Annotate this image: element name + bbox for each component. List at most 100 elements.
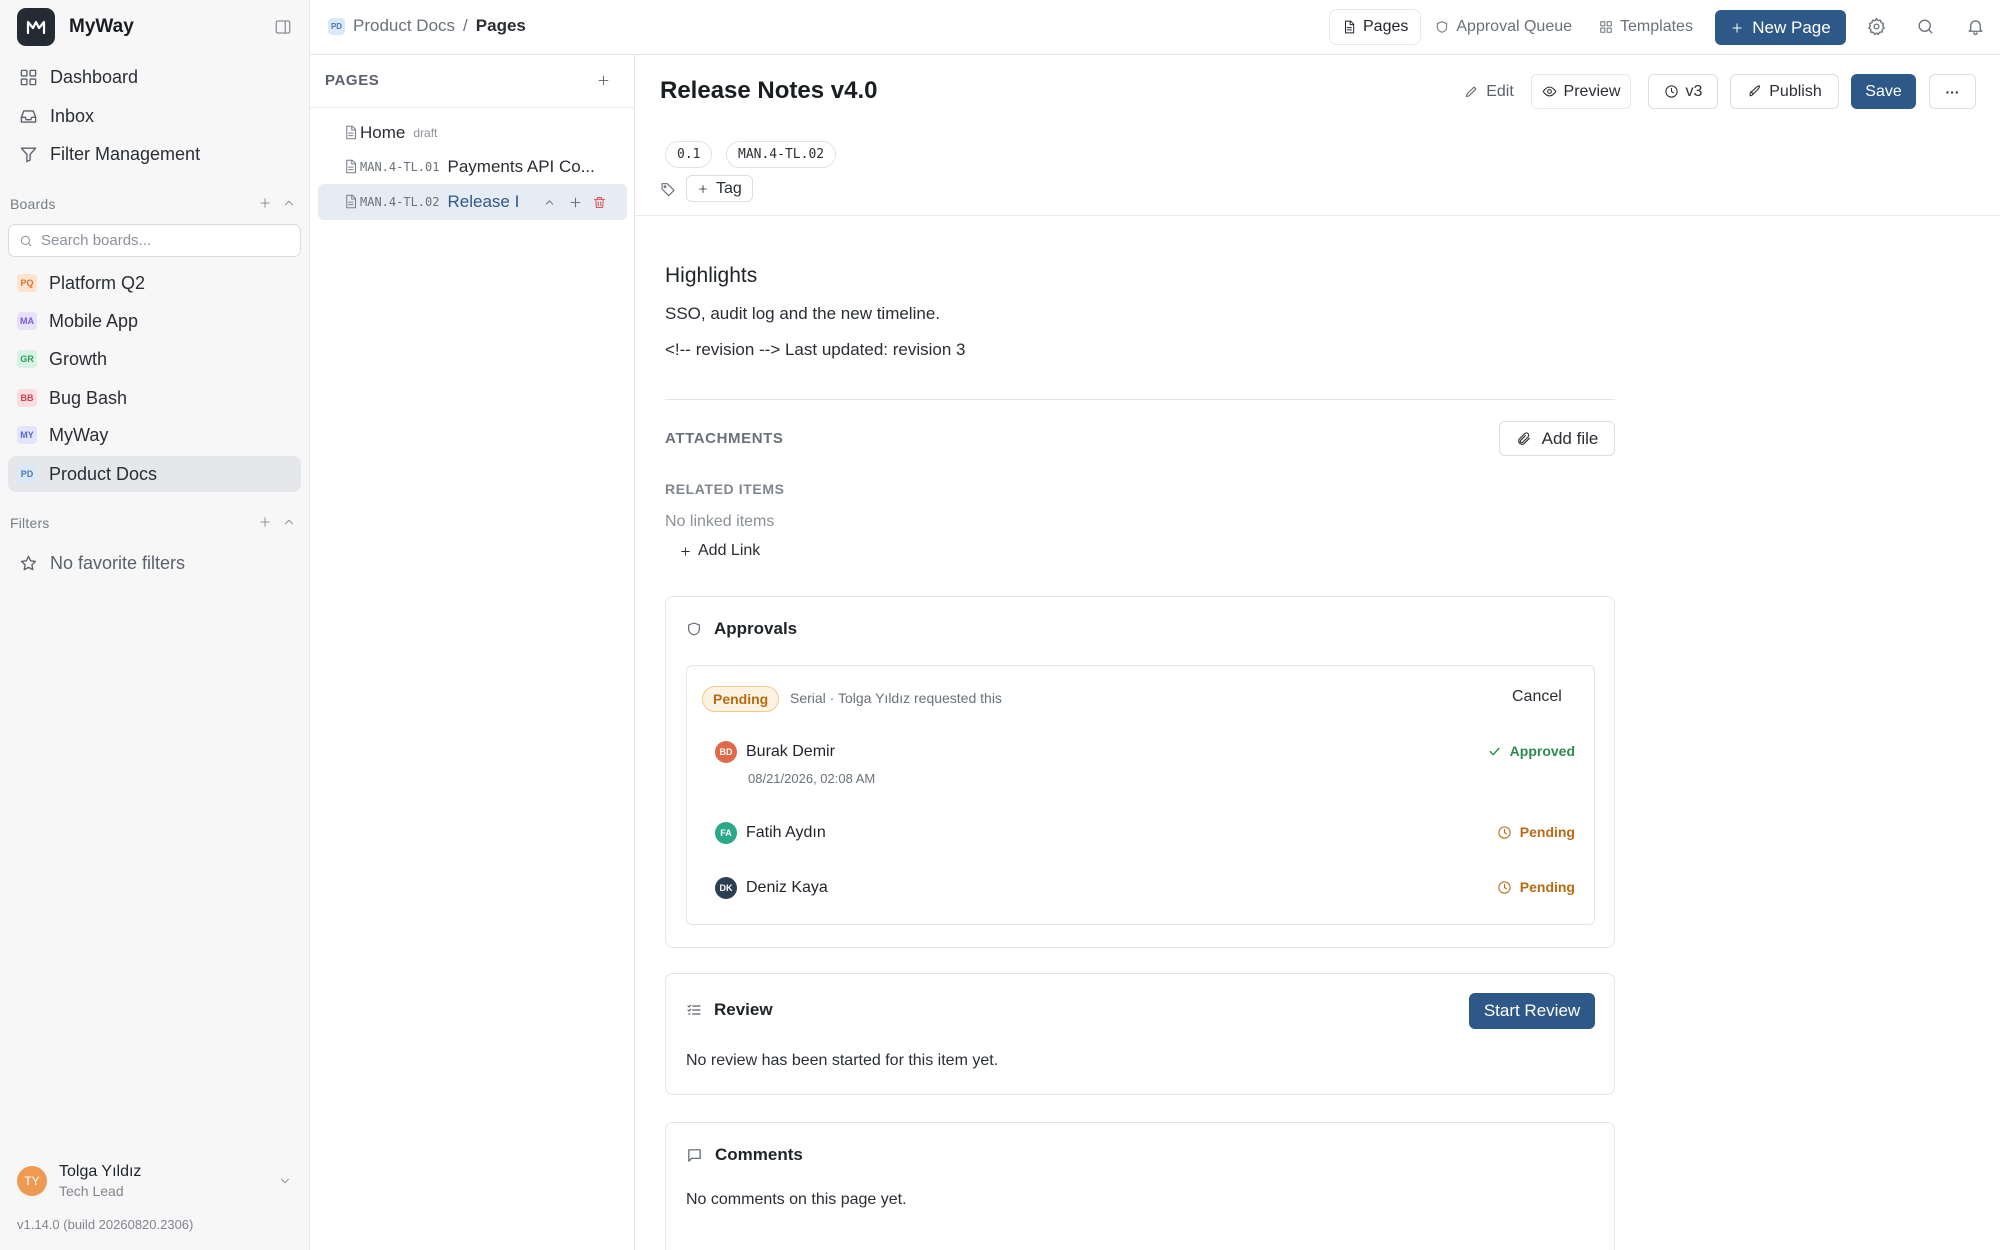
board-label: Product Docs (49, 463, 158, 484)
page-code: MAN.4-TL.01 (360, 160, 440, 174)
save-label: Save (1865, 82, 1902, 100)
board-label: Bug Bash (49, 387, 128, 408)
settings-icon[interactable] (1867, 17, 1886, 36)
sidebar-toggle-icon[interactable] (274, 18, 292, 36)
add-board-icon[interactable] (258, 196, 272, 210)
review-title: Review (714, 1000, 773, 1019)
avatar: DK (715, 877, 737, 899)
breadcrumb-project[interactable]: Product Docs (353, 16, 455, 36)
pencil-icon (1466, 86, 1477, 98)
app-name: MyWay (69, 16, 134, 37)
code-chip: MAN.4-TL.02 (726, 141, 837, 168)
collapse-boards-icon[interactable] (282, 196, 296, 210)
board-badge: BB (17, 389, 37, 407)
status-label: Pending (1519, 879, 1575, 895)
board-search-placeholder: Search boards... (41, 232, 152, 249)
start-review-button[interactable]: Start Review (1469, 993, 1595, 1029)
chevron-up-icon[interactable] (543, 196, 556, 209)
content-paragraph: SSO, audit log and the new timeline. (665, 304, 940, 323)
board-search-input[interactable]: Search boards... (8, 224, 301, 257)
nav-dashboard[interactable]: Dashboard (8, 59, 301, 95)
project-badge: PD (328, 17, 345, 35)
tab-label: Pages (1363, 18, 1409, 35)
save-button[interactable]: Save (1851, 74, 1916, 109)
board-label: Growth (49, 348, 108, 369)
tab-label: Templates (1620, 18, 1693, 35)
add-link-label: Add Link (698, 542, 761, 559)
approver-status: Pending (1497, 879, 1575, 895)
page-code: MAN.4-TL.02 (360, 195, 440, 209)
collapse-filters-icon[interactable] (282, 515, 296, 529)
board-growth[interactable]: GR Growth (8, 341, 301, 377)
page-icon (346, 194, 357, 209)
page-title: Release Notes v4.0 (660, 77, 878, 104)
board-platform-q2[interactable]: PQ Platform Q2 (8, 265, 301, 301)
version-history-button[interactable]: v3 (1648, 74, 1718, 109)
preview-button[interactable]: Preview (1531, 74, 1631, 109)
page-item[interactable]: MAN.4-TL.01 Payments API Co... (318, 149, 627, 185)
check-icon (1489, 747, 1500, 755)
brand[interactable]: MyWay (17, 8, 134, 46)
pages-panel: PAGES Home draft MAN.4-TL.01 Payments AP… (310, 55, 635, 1250)
add-tag-button[interactable]: Tag (686, 175, 753, 202)
clock-icon (1498, 825, 1511, 839)
edit-button[interactable]: Edit (1457, 74, 1521, 109)
board-bug-bash[interactable]: BB Bug Bash (8, 380, 301, 416)
notifications-icon[interactable] (1966, 17, 1985, 36)
page-title: Home (360, 123, 406, 142)
page-icon (346, 125, 357, 140)
no-linked-items: No linked items (665, 513, 775, 530)
tab-templates[interactable]: Templates (1587, 10, 1705, 44)
tab-pages[interactable]: Pages (1330, 10, 1421, 44)
approver-status: Approved (1487, 743, 1575, 759)
checklist-icon (687, 1004, 701, 1015)
publish-button[interactable]: Publish (1730, 74, 1839, 109)
nav-filter-management[interactable]: Filter Management (8, 136, 301, 172)
rocket-icon (1749, 85, 1761, 97)
page-item-selected[interactable]: MAN.4-TL.02 Release I (318, 184, 627, 220)
add-subpage-icon[interactable] (568, 195, 583, 210)
search-icon (20, 235, 32, 246)
board-myway[interactable]: MY MyWay (8, 417, 301, 453)
status-badge: Pending (702, 686, 780, 712)
cancel-approval-button[interactable]: Cancel (1512, 688, 1562, 706)
tag-label: Tag (716, 179, 742, 197)
board-badge: MY (17, 426, 37, 444)
tab-approval-queue[interactable]: Approval Queue (1423, 10, 1584, 44)
nav-inbox[interactable]: Inbox (8, 98, 301, 134)
more-options-button[interactable]: ··· (1929, 74, 1976, 109)
board-mobile-app[interactable]: MA Mobile App (8, 303, 301, 339)
star-icon (20, 555, 37, 570)
user-name: Tolga Yıldız (59, 1163, 142, 1180)
eye-icon (1542, 86, 1556, 97)
breadcrumb: PD Product Docs / Pages (328, 16, 526, 36)
chevron-down-icon (281, 1178, 289, 1184)
add-link-button[interactable]: Add Link (679, 542, 760, 560)
paperclip-icon (1517, 431, 1530, 445)
page-editor: Release Notes v4.0 Edit Preview v3 Publi… (635, 55, 2000, 1250)
approver-status: Pending (1497, 824, 1575, 840)
comments-empty-text: No comments on this page yet. (686, 1191, 907, 1208)
view-tabs: Pages Approval Queue Templates (1330, 10, 1705, 44)
user-menu[interactable]: TY Tolga Yıldız Tech Lead (17, 1163, 292, 1199)
page-item-home[interactable]: Home draft (318, 115, 627, 151)
top-bar: PD Product Docs / Pages Pages Approval Q… (310, 0, 2000, 55)
add-page-icon[interactable] (596, 73, 611, 88)
board-badge: PQ (17, 274, 37, 292)
add-file-button[interactable]: Add file (1499, 421, 1615, 456)
new-page-label: New Page (1752, 17, 1831, 37)
new-page-button[interactable]: New Page (1715, 10, 1846, 45)
breadcrumb-separator: / (463, 16, 468, 35)
avatar: TY (17, 1166, 47, 1196)
add-filter-icon[interactable] (258, 515, 272, 529)
search-icon[interactable] (1916, 17, 1935, 36)
version-label: v3 (1685, 82, 1703, 100)
publish-label: Publish (1769, 82, 1822, 100)
delete-icon[interactable] (592, 195, 607, 210)
filter-icon (20, 146, 37, 162)
page-icon (1345, 20, 1355, 34)
board-product-docs[interactable]: PD Product Docs (8, 456, 301, 492)
shield-icon (688, 622, 700, 636)
approver-row: BD Burak Demir Approved 08/21/2026, 02:0… (715, 741, 1575, 786)
approval-meta: Serial · Tolga Yıldız requested this (790, 690, 1002, 706)
